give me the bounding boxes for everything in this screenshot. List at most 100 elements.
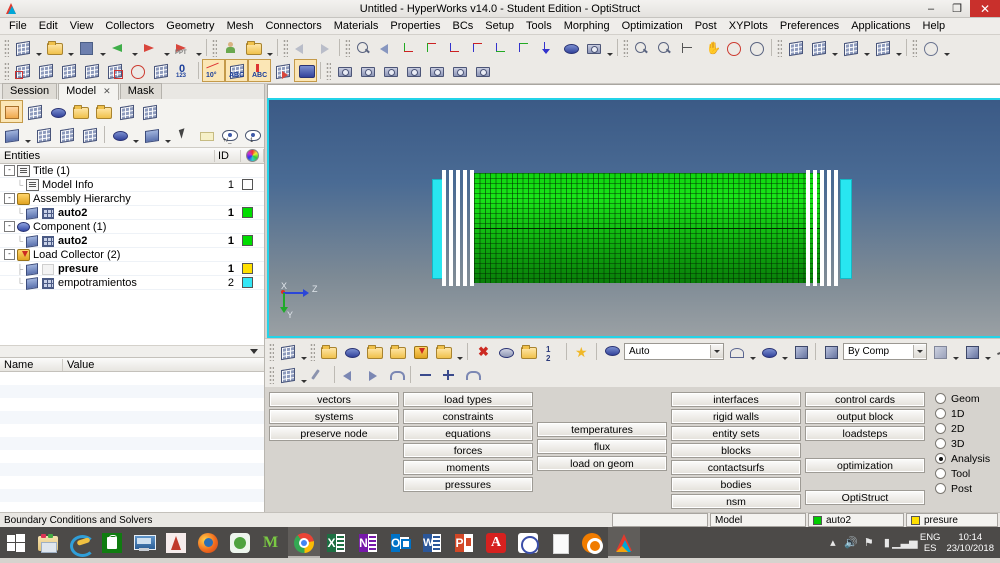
autocad-icon[interactable] bbox=[160, 527, 192, 558]
excel-icon[interactable]: X bbox=[320, 527, 352, 558]
fit-view-button[interactable] bbox=[352, 36, 375, 59]
panel-button-contactsurfs[interactable]: contactsurfs bbox=[671, 460, 801, 475]
firefox-icon[interactable] bbox=[192, 527, 224, 558]
chevron-down-icon[interactable] bbox=[913, 345, 926, 358]
tree-row-presure[interactable]: ├ presure 1 bbox=[0, 262, 264, 276]
chevron-down-icon[interactable] bbox=[780, 339, 789, 365]
radio-3d[interactable]: 3D bbox=[935, 436, 990, 451]
browser-eye-plusminus-button[interactable]: +/_ bbox=[218, 123, 241, 146]
panel-button-interfaces[interactable]: interfaces bbox=[671, 392, 801, 407]
zoom-out-button[interactable] bbox=[653, 36, 676, 59]
radio-2d[interactable]: 2D bbox=[935, 421, 990, 436]
chevron-down-icon[interactable] bbox=[299, 362, 308, 388]
chevron-down-icon[interactable] bbox=[265, 35, 274, 61]
menu-view[interactable]: View bbox=[64, 19, 100, 33]
solid-mode-button[interactable] bbox=[789, 340, 812, 363]
save-model-button[interactable] bbox=[75, 36, 98, 59]
internet-explorer-icon[interactable] bbox=[64, 527, 96, 558]
chevron-down-icon[interactable] bbox=[98, 35, 107, 61]
panel-button-optimization[interactable]: optimization bbox=[805, 458, 925, 473]
chevron-down-icon[interactable] bbox=[830, 35, 839, 61]
toolbar-grip[interactable] bbox=[345, 38, 350, 57]
reorder-button[interactable]: 12 bbox=[540, 340, 563, 363]
color-mode-combo[interactable]: By Comp bbox=[843, 343, 927, 360]
powerpoint-icon[interactable]: P bbox=[448, 527, 480, 558]
signal-icon[interactable]: ▁▃▅ bbox=[892, 532, 917, 554]
network-flag-icon[interactable]: ⚑ bbox=[860, 532, 878, 554]
panel-button-flux[interactable]: flux bbox=[537, 439, 667, 454]
chevron-down-icon[interactable] bbox=[66, 35, 75, 61]
delete-entity-button[interactable]: ✖ bbox=[471, 340, 494, 363]
chevron-down-icon[interactable] bbox=[194, 35, 203, 61]
browser-solver-view-button[interactable] bbox=[115, 100, 138, 123]
panel-button-optistruct[interactable]: OptiStruct bbox=[805, 490, 925, 505]
panel-button-constraints[interactable]: constraints bbox=[403, 409, 533, 424]
feature-lines-button[interactable] bbox=[960, 340, 983, 363]
page-undo-button[interactable] bbox=[460, 363, 483, 386]
panel-button-moments[interactable]: moments bbox=[403, 460, 533, 475]
menu-setup[interactable]: Setup bbox=[479, 19, 520, 33]
hand-pan-button[interactable]: ✋ bbox=[699, 36, 722, 59]
create-system-collector-button[interactable] bbox=[432, 340, 455, 363]
chevron-down-icon[interactable] bbox=[983, 339, 992, 365]
chrome-icon[interactable] bbox=[288, 527, 320, 558]
panel-button-systems[interactable]: systems bbox=[269, 409, 399, 424]
radio-geom[interactable]: Geom bbox=[935, 391, 990, 406]
word-icon[interactable]: W bbox=[416, 527, 448, 558]
radio-icon[interactable] bbox=[935, 408, 946, 419]
lenovo-icon[interactable] bbox=[128, 527, 160, 558]
view-zx-button[interactable] bbox=[444, 36, 467, 59]
image-capture-button[interactable] bbox=[582, 36, 605, 59]
chevron-down-icon[interactable] bbox=[23, 122, 32, 148]
language-indicator[interactable]: ENG ES bbox=[920, 532, 941, 554]
status-cell-empty[interactable] bbox=[612, 513, 708, 527]
color-mode-icon-button[interactable] bbox=[819, 340, 842, 363]
tree-row-component[interactable]: - Component (1) bbox=[0, 220, 264, 234]
transparency-button[interactable] bbox=[928, 340, 951, 363]
renumber-button[interactable] bbox=[517, 340, 540, 363]
toolbar-grip[interactable] bbox=[212, 38, 217, 57]
browser-folder-button[interactable] bbox=[0, 123, 23, 146]
menu-bcs[interactable]: BCs bbox=[447, 19, 480, 33]
show-hidden-icons-icon[interactable]: ▴ bbox=[824, 532, 842, 554]
mega-icon[interactable]: M bbox=[256, 527, 288, 558]
panel-button-temperatures[interactable]: temperatures bbox=[537, 422, 667, 437]
zoom-in-button[interactable] bbox=[630, 36, 653, 59]
favorites-button[interactable]: ★ bbox=[570, 340, 593, 363]
radio-1d[interactable]: 1D bbox=[935, 406, 990, 421]
menu-post[interactable]: Post bbox=[689, 19, 723, 33]
clock[interactable]: 10:14 23/10/2018 bbox=[946, 532, 994, 554]
undo-button[interactable] bbox=[290, 36, 313, 59]
element-quality-button[interactable] bbox=[11, 59, 34, 82]
capture-selection-button[interactable] bbox=[402, 59, 425, 82]
chevron-down-icon[interactable] bbox=[605, 35, 614, 61]
capture-window-button[interactable] bbox=[356, 59, 379, 82]
browser-select-button[interactable] bbox=[172, 123, 195, 146]
faces-button[interactable] bbox=[103, 59, 126, 82]
mesh-tools-button[interactable] bbox=[149, 59, 172, 82]
toolbar-grip[interactable] bbox=[310, 342, 315, 361]
tree-color[interactable] bbox=[239, 179, 264, 190]
acrobat-reader-icon[interactable]: A bbox=[480, 527, 512, 558]
tree-color[interactable] bbox=[239, 235, 264, 246]
node-label-button[interactable]: ABC bbox=[225, 59, 248, 82]
browser-components-view-button[interactable] bbox=[0, 100, 23, 123]
toolbar-grip[interactable] bbox=[777, 38, 782, 57]
tree-color[interactable] bbox=[239, 207, 264, 218]
radio-icon[interactable] bbox=[935, 468, 946, 479]
edges-button[interactable] bbox=[80, 59, 103, 82]
toolbar-grip[interactable] bbox=[283, 38, 288, 57]
panel-button-loadsteps[interactable]: loadsteps bbox=[805, 426, 925, 441]
panel-button-bodies[interactable]: bodies bbox=[671, 477, 801, 492]
chevron-down-icon[interactable] bbox=[748, 339, 757, 365]
view-yx-button[interactable] bbox=[421, 36, 444, 59]
menu-applications[interactable]: Applications bbox=[845, 19, 916, 33]
panel-button-output-block[interactable]: output block bbox=[805, 409, 925, 424]
toolbar-grip[interactable] bbox=[4, 61, 9, 80]
toolbar-grip[interactable] bbox=[269, 342, 274, 361]
rotate-axis-button[interactable] bbox=[745, 36, 768, 59]
tab-session[interactable]: Session bbox=[2, 83, 58, 99]
tree-color[interactable] bbox=[239, 277, 264, 288]
line-display-button[interactable] bbox=[992, 340, 1000, 363]
browser-assembly-view-button[interactable] bbox=[23, 100, 46, 123]
